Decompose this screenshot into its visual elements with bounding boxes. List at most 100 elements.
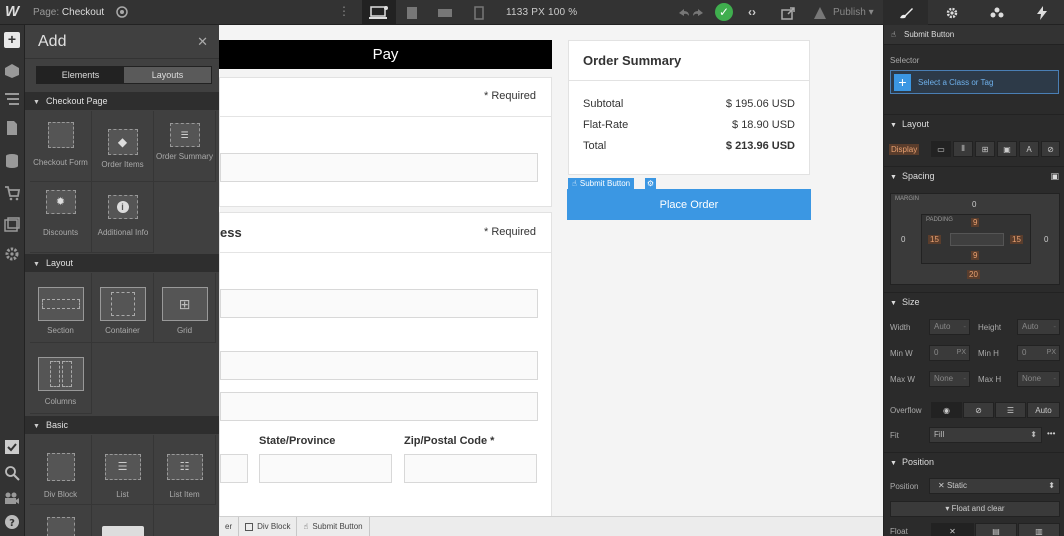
settings-gear-icon[interactable]	[929, 0, 974, 25]
element-list-item[interactable]: ☷ List Item	[154, 435, 216, 505]
padding-right-value[interactable]: 15	[1010, 235, 1023, 244]
spacing-expand-icon[interactable]: ▣	[1050, 167, 1059, 185]
design-canvas[interactable]: Pay * Required ess * Required State/Prov…	[219, 25, 883, 516]
video-tutorials-icon[interactable]	[4, 490, 20, 506]
navigator-lines-icon[interactable]	[4, 91, 20, 107]
add-plus-icon[interactable]: +	[4, 32, 20, 48]
element-checkout-form[interactable]: Checkout Form	[30, 111, 92, 182]
email-input[interactable]	[220, 153, 538, 182]
selected-element-tag[interactable]: ☝ Submit Button	[568, 178, 635, 190]
assets-images-icon[interactable]	[4, 217, 20, 233]
help-question-icon[interactable]: ?	[4, 514, 20, 530]
preview-eye-icon[interactable]	[115, 5, 129, 19]
tab-elements[interactable]: Elements	[37, 67, 124, 83]
tab-layouts[interactable]: Layouts	[124, 67, 211, 83]
style-manager-drops-icon[interactable]	[974, 0, 1019, 25]
customer-info-card[interactable]: * Required	[219, 77, 552, 207]
min-height-unit[interactable]: PX	[1047, 346, 1056, 360]
apple-pay-button[interactable]: Pay	[219, 40, 552, 69]
add-class-plus-icon[interactable]: +	[894, 74, 911, 91]
max-height-input[interactable]: None -	[1017, 371, 1060, 387]
cms-database-icon[interactable]	[4, 153, 20, 169]
padding-bottom-value[interactable]: 9	[971, 251, 980, 260]
margin-left-value[interactable]: 0	[901, 235, 905, 244]
style-brush-icon[interactable]	[883, 0, 928, 25]
mobile-portrait-icon[interactable]	[462, 0, 496, 25]
element-order-summary[interactable]: ☰ Order Summary	[154, 111, 216, 182]
state-input[interactable]	[259, 454, 392, 483]
section-layout[interactable]: ▼ Layout	[25, 254, 219, 272]
full-name-input[interactable]	[220, 289, 538, 318]
breadcrumb-item-div-block[interactable]: Div Block	[239, 516, 298, 536]
city-input[interactable]	[220, 454, 248, 483]
pages-icon[interactable]	[4, 120, 20, 136]
element-grid[interactable]: ⊞ Grid	[154, 273, 216, 343]
margin-bottom-value[interactable]: 20	[967, 270, 980, 279]
mobile-landscape-icon[interactable]	[428, 0, 462, 25]
overflow-visible-eye-icon[interactable]: ◉	[931, 402, 962, 418]
page-selector[interactable]: Page: Checkout	[33, 7, 104, 18]
webflow-logo[interactable]: W	[5, 4, 21, 20]
publish-person-icon[interactable]	[812, 5, 828, 21]
min-width-input[interactable]: 0 PX	[929, 345, 970, 361]
layout-section-header[interactable]: ▼ Layout	[884, 114, 1064, 132]
element-columns[interactable]: Columns	[30, 343, 92, 414]
element-additional-info[interactable]: i Additional Info	[92, 182, 154, 253]
display-block-icon[interactable]: ▭	[931, 141, 951, 157]
max-width-input[interactable]: None -	[929, 371, 970, 387]
section-checkout-page[interactable]: ▼ Checkout Page	[25, 92, 219, 110]
order-summary-card[interactable]: Order Summary Subtotal $ 195.06 USD Flat-…	[568, 40, 810, 175]
element-section[interactable]: Section	[30, 273, 92, 343]
redo-icon[interactable]	[690, 5, 706, 21]
float-clear-toggle[interactable]: ▾ Float and clear	[890, 501, 1060, 517]
selector-input[interactable]: + Select a Class or Tag	[890, 70, 1059, 94]
float-left-icon[interactable]: ▤	[975, 523, 1017, 536]
breadcrumb-item-parent[interactable]: er	[219, 516, 240, 536]
element-link-block[interactable]	[30, 505, 92, 536]
breadcrumb-item-submit-button[interactable]: ☝ Submit Button	[297, 516, 370, 536]
symbols-box-icon[interactable]	[4, 63, 20, 79]
float-right-icon[interactable]: ▥	[1018, 523, 1060, 536]
zip-input[interactable]	[404, 454, 537, 483]
element-settings-gear-icon[interactable]: ⚙	[645, 178, 656, 190]
site-settings-gear-icon[interactable]	[4, 246, 20, 262]
section-basic[interactable]: ▼ Basic	[25, 416, 219, 434]
position-section-header[interactable]: ▼ Position	[884, 452, 1064, 470]
padding-left-value[interactable]: 15	[928, 235, 941, 244]
margin-top-value[interactable]: 0	[972, 200, 976, 209]
min-height-input[interactable]: 0 PX	[1017, 345, 1060, 361]
place-order-button[interactable]: Place Order	[567, 189, 811, 220]
display-inline-icon[interactable]: A	[1019, 141, 1039, 157]
street-address-input[interactable]	[220, 351, 538, 380]
margin-right-value[interactable]: 0	[1044, 235, 1048, 244]
search-icon[interactable]	[4, 465, 20, 481]
element-div-block[interactable]: Div Block	[30, 435, 92, 505]
more-options-icon[interactable]: •••	[1047, 429, 1055, 438]
display-inline-block-icon[interactable]: ▣	[997, 141, 1017, 157]
height-input[interactable]: Auto -	[1017, 319, 1060, 335]
element-discounts[interactable]: ✹ Discounts	[30, 182, 92, 253]
tablet-icon[interactable]	[395, 0, 429, 25]
shipping-address-card[interactable]: ess * Required State/Province Zip/Postal…	[219, 212, 552, 516]
element-container[interactable]: Container	[92, 273, 154, 343]
size-section-header[interactable]: ▼ Size	[884, 292, 1064, 310]
interactions-bolt-icon[interactable]	[1019, 0, 1064, 25]
display-flex-icon[interactable]: ⫴	[953, 141, 973, 157]
overflow-auto-button[interactable]: Auto	[1027, 402, 1060, 418]
display-none-icon[interactable]: ⊘	[1041, 141, 1060, 157]
display-grid-icon[interactable]: ⊞	[975, 141, 995, 157]
code-icon[interactable]: ‹›	[748, 5, 764, 21]
width-input[interactable]: Auto -	[929, 319, 970, 335]
export-icon[interactable]	[780, 5, 796, 21]
desktop-star-icon[interactable]	[362, 0, 396, 25]
position-select[interactable]: ✕ Static ⬍	[929, 478, 1060, 494]
element-button[interactable]	[92, 505, 154, 536]
min-width-unit[interactable]: PX	[957, 346, 966, 360]
close-icon[interactable]: ✕	[197, 34, 208, 50]
element-order-items[interactable]: ◆ Order Items	[92, 111, 154, 182]
padding-top-value[interactable]: 9	[971, 218, 980, 227]
overflow-scroll-icon[interactable]: ☰	[995, 402, 1026, 418]
more-dots-icon[interactable]: ⋮	[338, 4, 350, 18]
ecommerce-cart-icon[interactable]	[4, 185, 20, 201]
float-none-icon[interactable]: ✕	[931, 523, 974, 536]
